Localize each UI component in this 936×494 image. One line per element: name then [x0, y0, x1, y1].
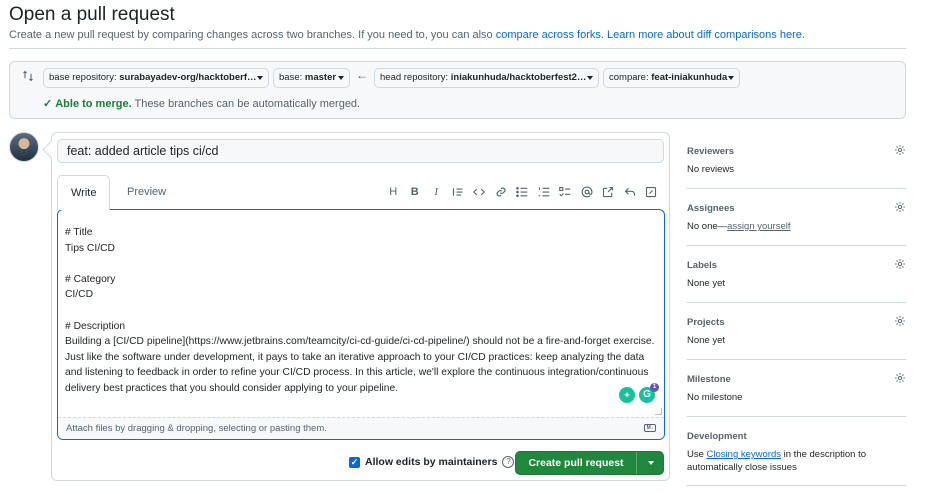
- git-compare-icon: [22, 70, 36, 84]
- lightbulb-icon[interactable]: ✦: [619, 387, 635, 403]
- base-repository-select[interactable]: base repository: surabayadev-org/hacktob…: [43, 68, 269, 88]
- allow-edits-checkbox-row[interactable]: ✓ Allow edits by maintainers ?: [349, 456, 515, 468]
- italic-icon[interactable]: I: [426, 184, 448, 200]
- button-divider: [636, 452, 637, 474]
- pr-body-textarea[interactable]: # Title Tips CI/CD # Category CI/CD # De…: [57, 209, 665, 440]
- pr-editor: Write Preview H B I # Title Tips CI/CD #…: [51, 132, 670, 481]
- projects-section: Projects None yet: [687, 303, 906, 360]
- link-icon[interactable]: [490, 184, 512, 200]
- base-branch-value: master: [304, 72, 337, 83]
- resize-handle-icon[interactable]: [655, 408, 662, 415]
- development-suffix: in the description to: [781, 449, 867, 460]
- base-repository-value: surabayadev-org/hacktoberf…: [119, 72, 257, 83]
- pr-body-text: # Title Tips CI/CD # Category CI/CD # De…: [65, 227, 655, 394]
- base-branch-select[interactable]: base: master: [273, 68, 350, 88]
- base-branch-label: base:: [279, 72, 305, 83]
- create-pull-request-button-group: Create pull request: [515, 451, 664, 475]
- quote-icon[interactable]: [447, 184, 469, 200]
- development-section: Development Use Closing keywords in the …: [687, 417, 906, 486]
- allow-edits-checkbox[interactable]: ✓: [349, 456, 360, 468]
- projects-heading: Projects: [687, 317, 725, 328]
- markdown-icon: M↓: [644, 424, 656, 432]
- cross-reference-icon[interactable]: [598, 184, 620, 200]
- head-repository-select[interactable]: head repository: iniakunhuda/hacktoberfe…: [374, 68, 599, 88]
- development-prefix: Use: [687, 449, 707, 460]
- assignees-section: Assignees No one—assign yourself: [687, 189, 906, 246]
- question-icon[interactable]: ?: [502, 456, 515, 468]
- page-subtitle: Create a new pull request by comparing c…: [9, 29, 805, 41]
- chevron-down-icon: [257, 76, 263, 80]
- development-value: Use Closing keywords in the description …: [687, 449, 866, 460]
- mention-icon[interactable]: [576, 184, 598, 200]
- unordered-list-icon[interactable]: [512, 184, 534, 200]
- chevron-down-icon[interactable]: [648, 461, 654, 465]
- compare-branch-label: compare:: [609, 72, 652, 83]
- gear-icon[interactable]: [894, 144, 906, 156]
- avatar: [9, 132, 39, 162]
- compare-branch-select[interactable]: compare: feat-iniakunhuda: [603, 68, 740, 88]
- markdown-toolbar: H B I: [383, 184, 663, 200]
- milestone-heading: Milestone: [687, 374, 731, 385]
- head-repository-label: head repository:: [380, 72, 451, 83]
- merge-ok-text: Able to merge.: [55, 98, 132, 110]
- gear-icon[interactable]: [894, 258, 906, 270]
- assign-yourself-link[interactable]: assign yourself: [727, 221, 790, 232]
- development-value-line2: automatically close issues: [687, 462, 797, 473]
- assignees-prefix: No one—: [687, 221, 728, 232]
- tab-write[interactable]: Write: [57, 175, 111, 210]
- milestone-value: No milestone: [687, 392, 743, 403]
- heading-icon[interactable]: H: [383, 184, 405, 200]
- page-title: Open a pull request: [9, 4, 175, 25]
- reply-icon[interactable]: [619, 184, 641, 200]
- grammarly-icon[interactable]: G1: [639, 383, 659, 403]
- base-repository-label: base repository:: [49, 72, 120, 83]
- assignees-value: No one—assign yourself: [687, 221, 791, 232]
- development-heading: Development: [687, 431, 747, 442]
- allow-edits-label: Allow edits by maintainers: [365, 456, 498, 468]
- grammarly-count-badge: 1: [650, 383, 659, 392]
- create-pull-request-button[interactable]: Create pull request: [516, 452, 636, 474]
- compare-forks-link[interactable]: compare across forks.: [496, 29, 604, 41]
- attach-files-bar[interactable]: Attach files by dragging & dropping, sel…: [58, 417, 664, 439]
- code-icon[interactable]: [469, 184, 491, 200]
- milestone-section: Milestone No milestone: [687, 360, 906, 417]
- reviewers-heading: Reviewers: [687, 146, 735, 157]
- labels-value: None yet: [687, 278, 726, 289]
- reviewers-value: No reviews: [687, 164, 734, 175]
- subtitle-text: Create a new pull request by comparing c…: [9, 29, 496, 41]
- chevron-down-icon: [728, 76, 734, 80]
- learn-more-link[interactable]: Learn more about diff comparisons here.: [607, 29, 805, 41]
- editor-tabs: Write Preview H B I: [57, 175, 664, 210]
- attach-files-text: Attach files by dragging & dropping, sel…: [66, 423, 327, 434]
- reviewers-section: Reviewers No reviews: [687, 132, 906, 189]
- bold-icon[interactable]: B: [404, 184, 426, 200]
- chevron-down-icon: [587, 76, 593, 80]
- labels-heading: Labels: [687, 260, 718, 271]
- projects-value: None yet: [687, 335, 726, 346]
- merge-desc-text: These branches can be automatically merg…: [131, 98, 361, 110]
- task-list-icon[interactable]: [555, 184, 577, 200]
- header-divider: [9, 48, 906, 49]
- grammarly-widget: ✦ G1: [619, 383, 659, 403]
- merge-status: ✓ Able to merge. These branches can be au…: [43, 97, 360, 110]
- closing-keywords-link[interactable]: Closing keywords: [707, 449, 781, 460]
- fullscreen-icon[interactable]: [641, 184, 663, 200]
- compare-branch-value: feat-iniakunhuda: [651, 72, 728, 83]
- gear-icon[interactable]: [894, 201, 906, 213]
- labels-section: Labels None yet: [687, 246, 906, 303]
- head-repository-value: iniakunhuda/hacktoberfest2…: [450, 72, 587, 83]
- chevron-down-icon: [338, 76, 344, 80]
- pr-title-input[interactable]: [57, 139, 664, 163]
- tab-preview[interactable]: Preview: [114, 175, 179, 209]
- gear-icon[interactable]: [894, 315, 906, 327]
- arrow-left-icon: ←: [356, 68, 368, 82]
- gear-icon[interactable]: [894, 372, 906, 384]
- assignees-heading: Assignees: [687, 203, 735, 214]
- check-icon: ✓: [43, 98, 53, 110]
- ordered-list-icon[interactable]: [533, 184, 555, 200]
- compare-bar: base repository: surabayadev-org/hacktob…: [9, 61, 906, 119]
